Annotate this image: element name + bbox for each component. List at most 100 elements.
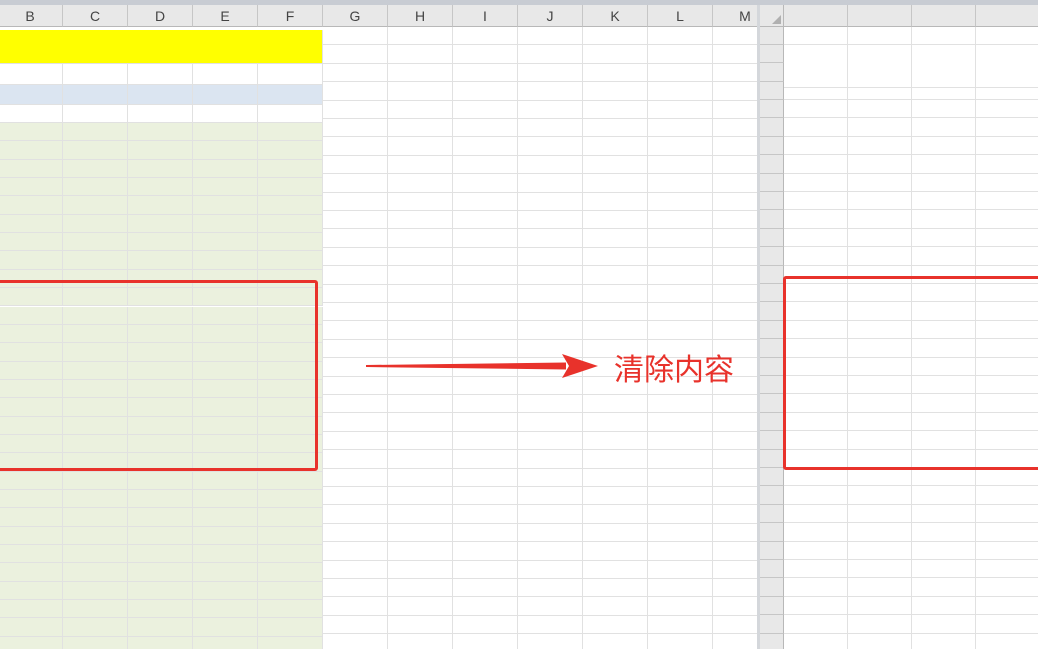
empty-cell[interactable] [713,266,758,285]
empty-cell[interactable] [713,193,758,211]
column-header-m[interactable]: M [713,5,758,27]
column-header-h[interactable]: H [388,5,453,27]
empty-cell[interactable] [453,505,518,524]
empty-cell[interactable] [583,63,648,83]
empty-cell[interactable] [323,174,388,193]
row-header[interactable] [760,578,784,597]
empty-cell[interactable] [648,413,713,432]
data-cell[interactable] [128,233,193,252]
empty-cell[interactable] [518,174,583,193]
data-cell[interactable] [128,490,193,509]
data-cell[interactable] [784,100,848,119]
empty-cell[interactable] [453,27,518,46]
empty-cell[interactable] [518,487,583,506]
data-cell[interactable] [128,581,193,601]
empty-cell[interactable] [848,339,912,358]
row-header[interactable] [760,376,784,395]
data-cell[interactable] [63,214,128,234]
row-header[interactable] [760,596,784,616]
data-cell[interactable] [0,361,63,380]
data-cell[interactable] [784,633,848,649]
empty-cell[interactable] [848,412,912,432]
empty-cell[interactable] [713,505,758,524]
empty-cell[interactable] [388,395,453,414]
empty-cell[interactable] [323,211,388,230]
empty-cell[interactable] [518,137,583,156]
data-cell[interactable] [0,581,63,601]
empty-cell[interactable] [453,487,518,506]
empty-cell[interactable] [323,321,388,340]
empty-cell[interactable] [583,579,648,598]
data-cell[interactable] [976,560,1038,579]
empty-cell[interactable] [323,192,388,211]
data-cell[interactable] [193,379,258,399]
data-cell[interactable] [848,633,912,649]
empty-cell[interactable] [648,82,713,101]
row-header[interactable] [760,173,784,192]
empty-cell[interactable] [648,211,713,230]
empty-cell[interactable] [648,321,713,340]
data-cell[interactable] [0,306,63,325]
data-cell[interactable] [848,596,912,616]
data-cell[interactable] [258,343,323,362]
left-spreadsheet[interactable]: BCDEFGHIJKLM [0,5,758,649]
row-header[interactable] [760,468,784,487]
empty-cell[interactable] [784,284,848,303]
row-header[interactable] [760,523,784,542]
data-cell[interactable] [0,251,63,270]
column-title[interactable] [848,57,912,88]
empty-cell[interactable] [976,413,1038,432]
data-cell[interactable] [912,523,976,542]
data-cell[interactable] [0,490,63,509]
empty-cell[interactable] [323,284,388,303]
data-cell[interactable] [63,288,128,307]
empty-cell[interactable] [258,105,323,123]
data-cell[interactable] [784,118,848,137]
data-cell[interactable] [193,159,258,179]
data-cell[interactable] [0,398,63,417]
data-cell[interactable] [0,600,63,619]
empty-cell[interactable] [648,27,713,46]
empty-cell[interactable] [518,155,583,175]
empty-cell[interactable] [388,413,453,432]
empty-cell[interactable] [453,266,518,285]
data-cell[interactable] [63,434,128,454]
data-cell[interactable] [128,343,193,362]
empty-cell[interactable] [648,523,713,543]
column-title[interactable] [63,85,128,105]
column-header-c[interactable]: C [63,5,128,27]
empty-cell[interactable] [388,560,453,579]
column-header-l[interactable]: L [648,5,713,27]
data-cell[interactable] [848,486,912,505]
data-cell[interactable] [976,192,1038,211]
empty-cell[interactable] [976,431,1038,450]
empty-cell[interactable] [583,634,648,649]
empty-cell[interactable] [518,431,583,451]
empty-cell[interactable] [453,137,518,156]
data-cell[interactable] [63,324,128,344]
data-cell[interactable] [848,155,912,174]
row-header[interactable] [760,615,784,634]
empty-cell[interactable] [388,487,453,506]
data-cell[interactable] [63,361,128,380]
empty-cell[interactable] [848,449,912,468]
data-cell[interactable] [0,324,63,344]
data-cell[interactable] [63,563,128,582]
data-cell[interactable] [258,306,323,325]
empty-cell[interactable] [976,321,1038,340]
empty-cell[interactable] [323,468,388,487]
empty-cell[interactable] [518,450,583,469]
data-cell[interactable] [258,581,323,601]
empty-cell[interactable] [388,542,453,561]
empty-cell[interactable] [323,450,388,469]
data-cell[interactable] [848,578,912,597]
empty-cell[interactable] [323,395,388,414]
data-cell[interactable] [848,504,912,524]
empty-cell[interactable] [648,560,713,579]
data-cell[interactable] [848,247,912,266]
row-header[interactable] [760,449,784,468]
data-cell[interactable] [128,618,193,637]
empty-cell[interactable] [713,303,758,322]
empty-cell[interactable] [453,119,518,138]
row-header[interactable] [760,412,784,432]
